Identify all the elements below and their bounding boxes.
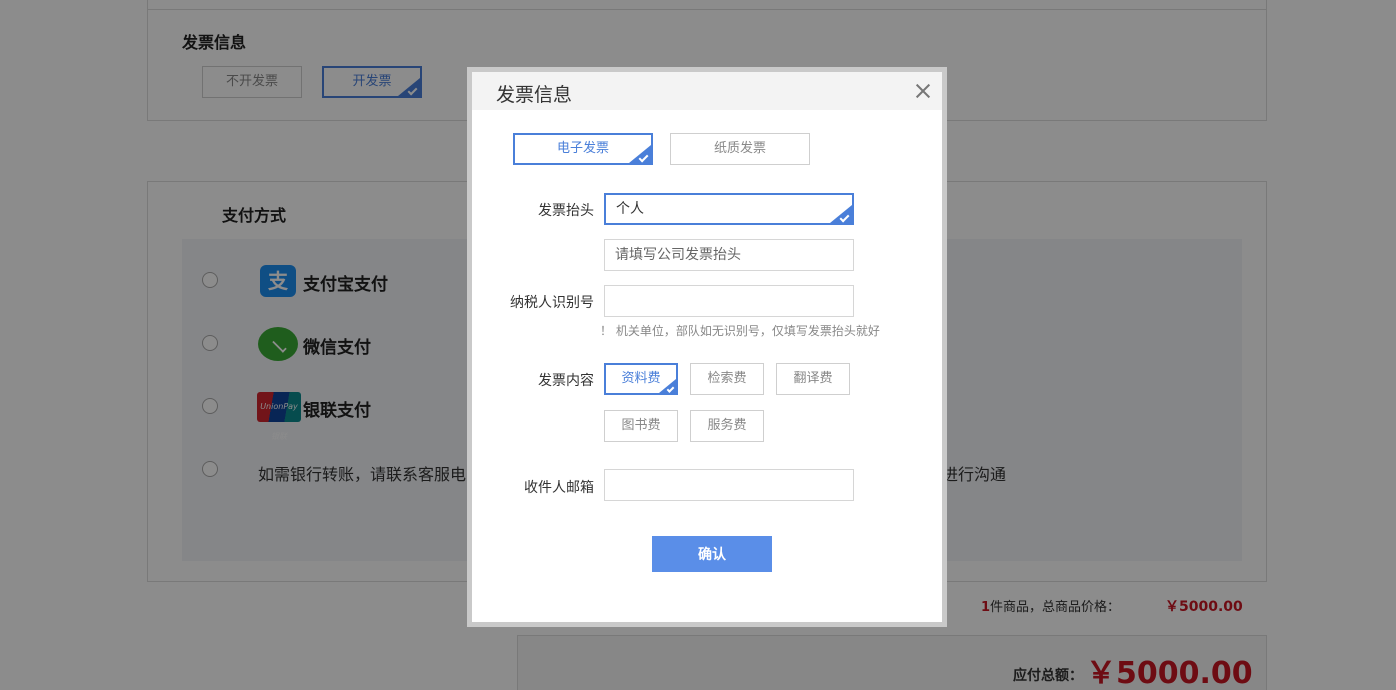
confirm-button[interactable]: 确认: [652, 536, 772, 572]
content-option-books[interactable]: 图书费: [604, 410, 678, 442]
taxpayer-id-label: 纳税人识别号: [510, 295, 594, 311]
content-option-label: 资料费: [621, 371, 661, 386]
taxpayer-id-input[interactable]: [604, 285, 854, 317]
recipient-email-label: 收件人邮箱: [524, 480, 594, 496]
dialog-title: 发票信息: [496, 84, 573, 106]
dialog-header: 发票信息: [472, 72, 942, 110]
content-option-search[interactable]: 检索费: [690, 363, 764, 395]
content-option-materials[interactable]: 资料费: [604, 363, 678, 395]
content-option-translation[interactable]: 翻译费: [776, 363, 850, 395]
electronic-invoice-label: 电子发票: [556, 141, 609, 156]
invoice-header-label: 发票抬头: [538, 203, 594, 219]
content-option-service[interactable]: 服务费: [690, 410, 764, 442]
invoice-content-label: 发票内容: [538, 373, 594, 389]
taxpayer-hint: ！ 机关单位，部队如无识别号，仅填写发票抬头就好: [600, 324, 880, 338]
invoice-header-value: 个人: [616, 201, 644, 217]
invoice-dialog-frame: 发票信息 电子发票 纸质发票 发票抬头 个人 纳税人识别号 ！ 机关单位，部队如…: [467, 67, 947, 627]
invoice-dialog: 发票信息 电子发票 纸质发票 发票抬头 个人 纳税人识别号 ！ 机关单位，部队如…: [472, 72, 942, 622]
paper-invoice-button[interactable]: 纸质发票: [670, 133, 810, 165]
invoice-header-select[interactable]: 个人: [604, 193, 854, 225]
electronic-invoice-button[interactable]: 电子发票: [513, 133, 653, 165]
close-icon[interactable]: [914, 82, 932, 100]
company-header-input[interactable]: [604, 239, 854, 271]
recipient-email-input[interactable]: [604, 469, 854, 501]
